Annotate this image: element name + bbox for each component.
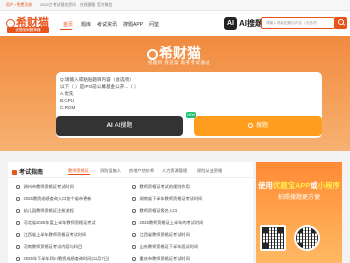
bullet-icon (132, 185, 136, 189)
ai-search-badge[interactable]: AI AI搜题 (224, 17, 263, 30)
question-line-5: C.ROM (60, 105, 76, 110)
tab-insurance[interactable]: 保险从业资格 (197, 168, 222, 174)
list-item[interactable]: 湖南省下半年教师资格证考试时间 (132, 196, 202, 202)
bullet-icon (16, 245, 20, 249)
list-item-text: 2025教资成绩查询入口各个省市更新 (23, 196, 92, 201)
ai-button-label: AI搜题 (114, 123, 133, 129)
ai-search-label: AI搜题 (239, 19, 263, 28)
ai-button-icon: AI (106, 123, 113, 129)
list-item-text: 湖州市教师资格证考试时间 (23, 184, 74, 189)
list-item-text: 江西省上半年教师资格证考试时间 (23, 232, 87, 237)
bullet-icon (16, 257, 20, 261)
qr-pattern (296, 227, 318, 249)
bullet-icon (132, 197, 136, 201)
question-line-4: B.CPU (60, 98, 75, 103)
ai-icon: AI (224, 17, 237, 30)
promo-title-app: 优题宝APP (272, 181, 311, 190)
tab-hr-management[interactable]: 人力资源管理 (162, 168, 187, 174)
bullet-icon (132, 221, 136, 225)
list-item-text: 重庆市教师资格证考试时间 (139, 256, 190, 261)
bullet-icon (16, 197, 20, 201)
panel-title: 考试指南 (12, 167, 43, 176)
list-item[interactable]: 教师资格证考试的规则作用 (132, 184, 190, 190)
promo-title-prefix: 使用 (258, 181, 273, 190)
list-item[interactable]: 2025教师资格证上半年的考试时间 (132, 220, 203, 226)
search-icon-handle (342, 23, 346, 26)
list-item-text: 教师资格证考试的规则作用 (139, 184, 190, 189)
promo-title-miniprogram: 小程序 (317, 181, 340, 190)
qr-pattern (262, 227, 284, 249)
question-line-3: A.优先 (60, 91, 74, 96)
list-item[interactable]: 幼儿园教师资格证注册流程 (16, 208, 74, 214)
nav-search-app[interactable]: 搜题APP (123, 21, 143, 28)
hero-slogan: 找题目 找答案 助考考试通过 (148, 60, 211, 65)
logo-subtitle: 优题宝刷题神器 (7, 27, 49, 33)
nav-wenjian[interactable]: 问鉴 (149, 21, 159, 28)
search-button[interactable]: 搜题 (194, 116, 322, 136)
list-item-text: 河南教师资格证考试内容与科目 (23, 244, 83, 249)
list-item[interactable]: 教师资格证报名入口 (132, 208, 177, 214)
list-item[interactable]: 河南教师资格证考试内容与科目 (16, 244, 82, 250)
miniprogram-qr-code (294, 225, 320, 251)
tab-fire-safety[interactable]: 消防设施人 (100, 168, 121, 174)
header-search-input[interactable]: 请输入或粘贴题目内容（含选项） (261, 17, 335, 29)
promo-title: 使用优题宝APP或小程序 (258, 180, 340, 191)
hero-logo-icon (147, 48, 158, 60)
bullet-icon (132, 257, 136, 261)
bullet-icon (16, 209, 20, 213)
app-qr-code (260, 225, 286, 251)
list-item-text: 幼儿园教师资格证注册流程 (23, 208, 74, 213)
list-item-text: 2025教师资格证上半年的考试时间 (139, 220, 204, 225)
list-item-text: 江西省教师资格证考试时间 (139, 232, 190, 237)
panel-title-text: 考试指南 (19, 170, 44, 176)
nav-question-bank[interactable]: 题库 (81, 21, 91, 28)
bullet-icon (16, 185, 20, 189)
list-item[interactable]: 山东教师资格证下半年面试时间 (132, 244, 198, 250)
search-icon (247, 122, 253, 128)
list-item[interactable]: 河北省2025年度上半年教师资格证考试 (16, 220, 96, 226)
question-line-2: 以下（ ）是IPO前公募基金公开...（ ） (60, 84, 139, 89)
list-item[interactable]: 湖州市教师资格证考试时间 (16, 184, 74, 190)
bullet-icon (16, 221, 20, 225)
ai-search-button[interactable]: AI AI搜题 (56, 116, 183, 136)
panel-divider (8, 177, 253, 178)
title-icon (12, 169, 17, 175)
wechat-link[interactable]: 官方微信 (97, 3, 112, 8)
service-link[interactable]: 在线客服 (80, 3, 95, 8)
tab-real-estate[interactable]: 房地产估价师 (129, 168, 154, 174)
search-placeholder: 请输入或粘贴题目内容（含选项） (266, 21, 320, 25)
nav-exam-news[interactable]: 考试资讯 (97, 21, 117, 28)
bullet-icon (132, 233, 136, 237)
tab-active-indicator (68, 174, 90, 175)
bullet-icon (132, 245, 136, 249)
hero-brand: 希财猫 (159, 45, 201, 61)
promo-subtitle: 拍照搜题更方便 (277, 195, 320, 201)
list-item[interactable]: 2025教资成绩查询入口各个省市更新 (16, 196, 91, 202)
search-button-label: 搜题 (255, 123, 268, 129)
list-item-text: 2025年下半年四川教资成绩查询时间(11月7日) (23, 256, 110, 261)
notice-text[interactable]: 2023년 考试报名资讯 (40, 3, 76, 8)
list-item-text: 湖南省下半年教师资格证考试时间 (139, 196, 203, 201)
list-item-text: 山东教师资格证下半年面试时间 (139, 244, 199, 249)
promo-title-or: 或 (310, 181, 318, 190)
bullet-icon (132, 209, 136, 213)
list-item[interactable]: 江西省上半年教师资格证考试时间 (16, 232, 86, 238)
top-bar: 用户 / 免费注册 2023년 考试报名资讯 在线客服 官方微信 (0, 0, 350, 11)
list-item[interactable]: 江西省教师资格证考试时间 (132, 232, 190, 238)
nav-active-indicator (60, 29, 72, 30)
list-item-text: 河北省2025年度上半年教师资格证考试 (23, 220, 96, 225)
list-item[interactable]: 2025年下半年四川教资成绩查询时间(11月7日) (16, 256, 109, 262)
header-search-button[interactable] (335, 17, 347, 29)
bullet-icon (16, 233, 20, 237)
nav-home[interactable]: 首页 (63, 21, 73, 28)
list-item[interactable]: 重庆市教师资格证考试时间 (132, 256, 190, 262)
list-item-text: 教师资格证报名入口 (139, 208, 178, 213)
question-line-1: Q:请输入或粘贴题目内容（含选项） (60, 77, 134, 82)
login-link[interactable]: 用户 / 免费注册 (6, 3, 32, 8)
